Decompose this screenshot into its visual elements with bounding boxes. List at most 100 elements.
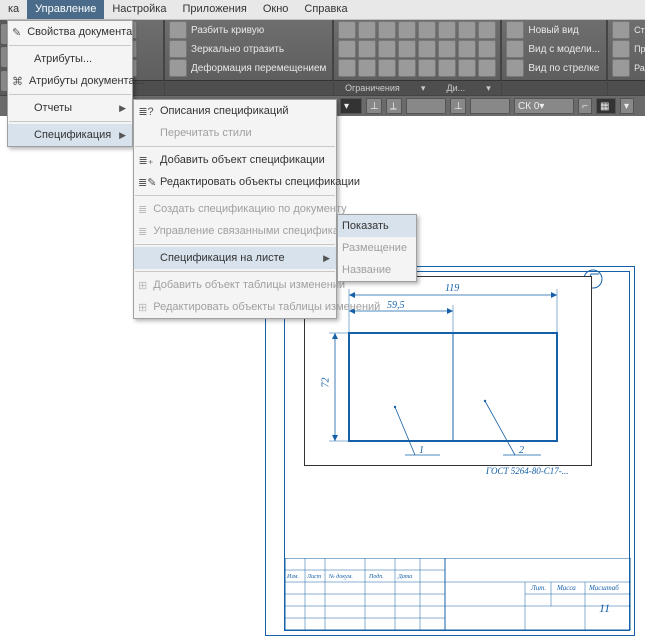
ribbon-group-label-vidy: Виды: [608, 80, 645, 95]
proek-vid-icon[interactable]: [612, 40, 630, 58]
tool-icon[interactable]: [358, 21, 376, 39]
ribbon-group-label: [165, 80, 333, 95]
dd-sozdat-spets-po-dok: ≣Создать спецификацию по документу: [134, 198, 336, 220]
title-block: [285, 558, 631, 630]
std-vidy-label[interactable]: Стандартные виды с модели...: [632, 26, 645, 35]
perp-icon[interactable]: ⊥: [450, 98, 466, 114]
tool-icon[interactable]: [418, 59, 436, 77]
tool-icon[interactable]: [458, 21, 476, 39]
tool-icon[interactable]: [398, 40, 416, 58]
menubar: ка Управление Настройка Приложения Окно …: [0, 0, 645, 20]
dd-pokazat[interactable]: Показать: [338, 215, 416, 237]
std-vidy-icon[interactable]: [612, 21, 630, 39]
razrez-label[interactable]: Разрез/сечение: [632, 63, 645, 73]
tool-icon[interactable]: [378, 21, 396, 39]
tool-icon[interactable]: [418, 40, 436, 58]
vid-s-modeli-icon[interactable]: [506, 40, 524, 58]
ribbon-group-label: [502, 80, 607, 95]
menubar-item-prilozheniya[interactable]: Приложения: [174, 0, 254, 19]
vid-po-strelke-label[interactable]: Вид по стрелке: [526, 63, 601, 74]
tool-icon[interactable]: [358, 40, 376, 58]
vid-po-strelke-icon[interactable]: [506, 59, 524, 77]
angle-icon[interactable]: ⟂: [386, 98, 402, 114]
tool-icon[interactable]: [458, 40, 476, 58]
tool-icon[interactable]: [358, 59, 376, 77]
dd-redaktirovat-obekty-tabl-izm: ⊞Редактировать объекты таблицы изменений: [134, 296, 336, 318]
menubar-item-upravlenie[interactable]: Управление: [27, 0, 104, 19]
tb-list: Лист: [307, 574, 321, 580]
dd-redaktirovat-obekty-spets[interactable]: ≣✎Редактировать объекты спецификации: [134, 171, 336, 193]
dropdown-spetsifikatsiya: ≣?Описания спецификаций Перечитать стили…: [133, 99, 337, 319]
mirror-icon[interactable]: [169, 40, 187, 58]
tool-icon[interactable]: [438, 21, 456, 39]
dd-razmeshchenie: Размещение: [338, 237, 416, 259]
dd-svoystva-dokumenta[interactable]: ✎Свойства документа: [8, 21, 132, 43]
color-swatch[interactable]: ▾: [340, 98, 362, 114]
ribbon-group-label: Ограничения ▾ Ди... ▾: [334, 80, 501, 95]
dd-opisaniya-spets[interactable]: ≣?Описания спецификаций: [134, 100, 336, 122]
razbit-label[interactable]: Разбить кривую: [189, 25, 266, 36]
tool-icon[interactable]: [398, 21, 416, 39]
prop-input[interactable]: [406, 98, 446, 114]
prop-input[interactable]: [470, 98, 510, 114]
tool-icon[interactable]: [438, 59, 456, 77]
dd-nazvanie: Название: [338, 259, 416, 281]
tool-icon[interactable]: [378, 40, 396, 58]
novy-vid-label[interactable]: Новый вид: [526, 25, 580, 36]
dd-atributy[interactable]: Атрибуты...: [8, 48, 132, 70]
tool-icon[interactable]: [378, 59, 396, 77]
tool-icon[interactable]: [478, 59, 496, 77]
dd-otchety[interactable]: Отчеты▶: [8, 97, 132, 119]
chevron-right-icon: ▶: [323, 253, 330, 264]
menubar-item-nastroyka[interactable]: Настройка: [104, 0, 174, 19]
tb-ndokum: № докум.: [329, 574, 353, 580]
dropdown-upravlenie: ✎Свойства документа Атрибуты... ⌘Атрибут…: [7, 20, 133, 147]
tb-podp: Подп.: [369, 574, 384, 580]
tool-icon[interactable]: [338, 59, 356, 77]
spec-add-icon: ≣₊: [138, 154, 154, 167]
inner-frame: Лит. Масса Масштаб 11 Изм. Лист № докум.…: [284, 271, 630, 631]
proek-vid-label[interactable]: Проекционный вид: [632, 45, 645, 54]
tool-icon[interactable]: [338, 21, 356, 39]
spec-create-icon: ≣: [138, 203, 147, 216]
novy-vid-icon[interactable]: [506, 21, 524, 39]
deform-icon[interactable]: [169, 59, 187, 77]
chevron-down-icon[interactable]: ▾: [620, 98, 634, 114]
ck-selector[interactable]: СК 0 ▾: [514, 98, 574, 114]
dd-spets-na-liste[interactable]: Спецификация на листе▶: [134, 247, 336, 269]
razbit-icon[interactable]: [169, 21, 187, 39]
menubar-item-editor[interactable]: ка: [0, 0, 27, 19]
chevron-right-icon: ▶: [119, 130, 126, 141]
dd-upravlenie-svyaz-spets: ≣Управление связанными спецификациями: [134, 220, 336, 242]
tool-icon[interactable]: [478, 21, 496, 39]
dd-atributy-dokumenta[interactable]: ⌘Атрибуты документа...: [8, 70, 132, 92]
perp-icon[interactable]: ⊥: [366, 98, 382, 114]
tool-icon[interactable]: [478, 40, 496, 58]
razrez-icon[interactable]: [612, 59, 630, 77]
tool-icon[interactable]: [438, 40, 456, 58]
dd-spetsifikatsiya[interactable]: Спецификация▶: [8, 124, 132, 146]
spec-edit-icon: ≣✎: [138, 176, 154, 189]
tb-data: Дата: [398, 574, 412, 580]
snap-icon[interactable]: ⌐: [578, 98, 592, 114]
dd-perechitat-stili: Перечитать стили: [134, 122, 336, 144]
vid-s-modeli-label[interactable]: Вид с модели...: [526, 44, 602, 55]
mirror-label[interactable]: Зеркально отразить: [189, 44, 286, 55]
menubar-item-spravka[interactable]: Справка: [296, 0, 355, 19]
label-ogranicheniya: Ограничения: [345, 83, 400, 93]
menubar-item-okno[interactable]: Окно: [255, 0, 297, 19]
tool-icon[interactable]: [458, 59, 476, 77]
chevron-right-icon: ▶: [119, 103, 126, 114]
tool-icon[interactable]: [418, 21, 436, 39]
dd-dobavit-obekt-spets[interactable]: ≣₊Добавить объект спецификации: [134, 149, 336, 171]
label-di: Ди...: [447, 83, 466, 93]
grid-icon[interactable]: ▦: [596, 98, 616, 114]
deform-label[interactable]: Деформация перемещением: [189, 63, 328, 74]
doc-props-icon: ✎: [12, 26, 21, 39]
table-add-icon: ⊞: [138, 279, 147, 292]
tool-icon[interactable]: [398, 59, 416, 77]
spec-link-icon: ≣: [138, 225, 147, 238]
tool-icon[interactable]: [338, 40, 356, 58]
tb-massa: Масса: [557, 584, 576, 592]
doc-attr-icon: ⌘: [12, 75, 23, 88]
